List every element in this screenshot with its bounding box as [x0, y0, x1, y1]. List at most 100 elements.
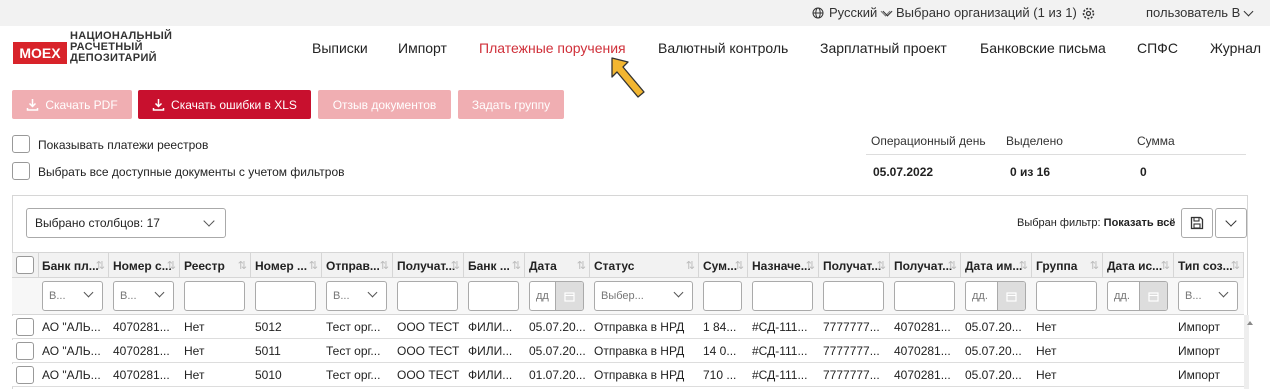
sum-value: 0 — [1140, 165, 1147, 179]
column-filter-input[interactable] — [397, 281, 458, 311]
column-header[interactable]: Дата им... ⇅ — [961, 253, 1032, 279]
column-filter-input[interactable] — [468, 281, 519, 311]
sort-icon[interactable]: ⇅ — [948, 253, 957, 279]
chevron-down-icon — [83, 287, 94, 298]
column-filter-input[interactable] — [894, 281, 955, 311]
show-registry-checkbox[interactable] — [12, 135, 30, 153]
column-header[interactable]: Дата ⇅ — [525, 253, 590, 279]
nav-import[interactable]: Импорт — [398, 40, 447, 60]
nav-journal[interactable]: Журнал — [1210, 40, 1261, 60]
column-header[interactable]: Дата ис... ⇅ — [1103, 253, 1174, 279]
table-cell: 4070281... — [894, 344, 951, 358]
date-placeholder: дд — [536, 290, 549, 302]
column-header[interactable]: Получат... ⇅ — [393, 253, 464, 279]
filter-menu-button[interactable] — [1215, 208, 1247, 238]
column-filter-input[interactable]: Выбер... — [594, 281, 693, 311]
sort-icon[interactable]: ⇅ — [1090, 253, 1099, 279]
column-filter-input[interactable]: дд — [529, 281, 584, 311]
sort-icon[interactable]: ⇅ — [577, 253, 586, 279]
columns-selector[interactable]: Выбрано столбцов: 17 — [26, 208, 226, 238]
sort-icon[interactable]: ⇅ — [167, 253, 176, 279]
column-header[interactable]: Сум... ⇅ — [699, 253, 748, 279]
row-checkbox[interactable] — [16, 342, 34, 360]
column-header[interactable]: Банк пл... ⇅ — [38, 253, 109, 279]
column-filter-input[interactable]: В... — [113, 281, 174, 311]
column-header[interactable]: Банк ... ⇅ — [464, 253, 525, 279]
column-header[interactable]: Группа ⇅ — [1032, 253, 1103, 279]
table-cell: 4070281... — [113, 320, 170, 334]
sort-icon[interactable]: ⇅ — [806, 253, 815, 279]
table-row[interactable]: АО "АЛЬ... 4070281... Нет 5012 Тест орг... ОО… — [12, 316, 1244, 339]
sort-icon[interactable]: ⇅ — [1231, 253, 1240, 279]
column-filter-value: Выбер... — [601, 290, 644, 302]
nav-currency-control[interactable]: Валютный контроль — [658, 40, 788, 60]
calendar-icon[interactable] — [1139, 282, 1167, 310]
table-scrollbar[interactable] — [1244, 315, 1249, 389]
table-cell: 4070281... — [894, 320, 951, 334]
sort-icon[interactable]: ⇅ — [380, 253, 389, 279]
column-filter-input[interactable]: В... — [1178, 281, 1238, 311]
scroll-up-icon[interactable] — [1246, 320, 1254, 326]
table-cell: 5010 — [255, 368, 282, 382]
sort-icon[interactable]: ⇅ — [238, 253, 247, 279]
sort-icon[interactable]: ⇅ — [451, 253, 460, 279]
download-pdf-button[interactable]: Скачать PDF — [12, 90, 132, 119]
download-icon — [27, 99, 39, 111]
column-header[interactable]: Получат... ⇅ — [890, 253, 961, 279]
nav-bank-letters[interactable]: Банковские письма — [980, 40, 1106, 60]
sort-icon[interactable]: ⇅ — [309, 253, 318, 279]
column-filter-input[interactable] — [255, 281, 316, 311]
column-header[interactable]: Получат... ⇅ — [819, 253, 890, 279]
save-filter-button[interactable] — [1181, 208, 1213, 238]
op-day-value: 05.07.2022 — [873, 165, 934, 179]
nav-salary-project[interactable]: Зарплатный проект — [820, 40, 947, 60]
column-filter-input[interactable] — [823, 281, 884, 311]
column-filter-input[interactable]: дд. — [1107, 281, 1168, 311]
gear-icon[interactable] — [1082, 7, 1095, 20]
nav-spfs[interactable]: СПФС — [1137, 40, 1178, 60]
row-checkbox[interactable] — [16, 318, 34, 336]
column-filter-input[interactable] — [703, 281, 742, 311]
column-filter-input[interactable]: В... — [42, 281, 103, 311]
download-errors-xls-button[interactable]: Скачать ошибки в XLS — [138, 90, 311, 119]
user-menu[interactable]: пользователь В — [1146, 0, 1254, 26]
column-header[interactable]: Отправ... ⇅ — [322, 253, 393, 279]
header-select-checkbox[interactable] — [16, 256, 34, 274]
column-filter-input[interactable] — [752, 281, 813, 311]
table-cell — [1103, 364, 1174, 387]
column-header[interactable]: Номер ... ⇅ — [251, 253, 322, 279]
column-header[interactable]: Назначе... ⇅ — [748, 253, 819, 279]
column-filter-value: В... — [120, 290, 137, 302]
calendar-icon[interactable] — [997, 282, 1025, 310]
assign-group-button[interactable]: Задать группу — [458, 90, 564, 119]
nav-statements[interactable]: Выписки — [312, 40, 368, 60]
language-selector[interactable]: Русский — [812, 0, 891, 26]
sort-icon[interactable]: ⇅ — [877, 253, 886, 279]
column-filter-input[interactable]: В... — [326, 281, 387, 311]
select-all-checkbox[interactable] — [12, 162, 30, 180]
row-checkbox[interactable] — [16, 366, 34, 384]
column-header[interactable]: Номер с... ⇅ — [109, 253, 180, 279]
recall-documents-button[interactable]: Отзыв документов — [318, 90, 451, 119]
column-header[interactable]: Статус ⇅ — [590, 253, 699, 279]
column-filter-input[interactable]: дд. — [965, 281, 1026, 311]
table-cell: ООО ТЕСТ — [397, 320, 460, 334]
logo-text: НАЦИОНАЛЬНЫЙ РАСЧЕТНЫЙ ДЕПОЗИТАРИЙ — [70, 31, 172, 64]
column-filter-input[interactable] — [1036, 281, 1097, 311]
table-row[interactable]: АО "АЛЬ... 4070281... Нет 5010 Тест орг... ОО… — [12, 364, 1244, 387]
table-cell: АО "АЛЬ... — [42, 320, 101, 334]
table-cell: 7777777... — [823, 320, 880, 334]
sort-icon[interactable]: ⇅ — [96, 253, 105, 279]
sort-icon[interactable]: ⇅ — [1019, 253, 1028, 279]
sort-icon[interactable]: ⇅ — [735, 253, 744, 279]
org-selector[interactable]: Выбрано организаций (1 из 1) — [882, 0, 1095, 26]
column-header[interactable]: Тип соз... ⇅ — [1174, 253, 1244, 279]
column-filter-input[interactable] — [184, 281, 245, 311]
sort-icon[interactable]: ⇅ — [1161, 253, 1170, 279]
sort-icon[interactable]: ⇅ — [512, 253, 521, 279]
column-header[interactable]: Реестр ⇅ — [180, 253, 251, 279]
table-cell: ООО ТЕСТ — [397, 368, 460, 382]
sort-icon[interactable]: ⇅ — [686, 253, 695, 279]
calendar-icon[interactable] — [555, 282, 583, 310]
table-row[interactable]: АО "АЛЬ... 4070281... Нет 5011 Тест орг... ОО… — [12, 340, 1244, 363]
